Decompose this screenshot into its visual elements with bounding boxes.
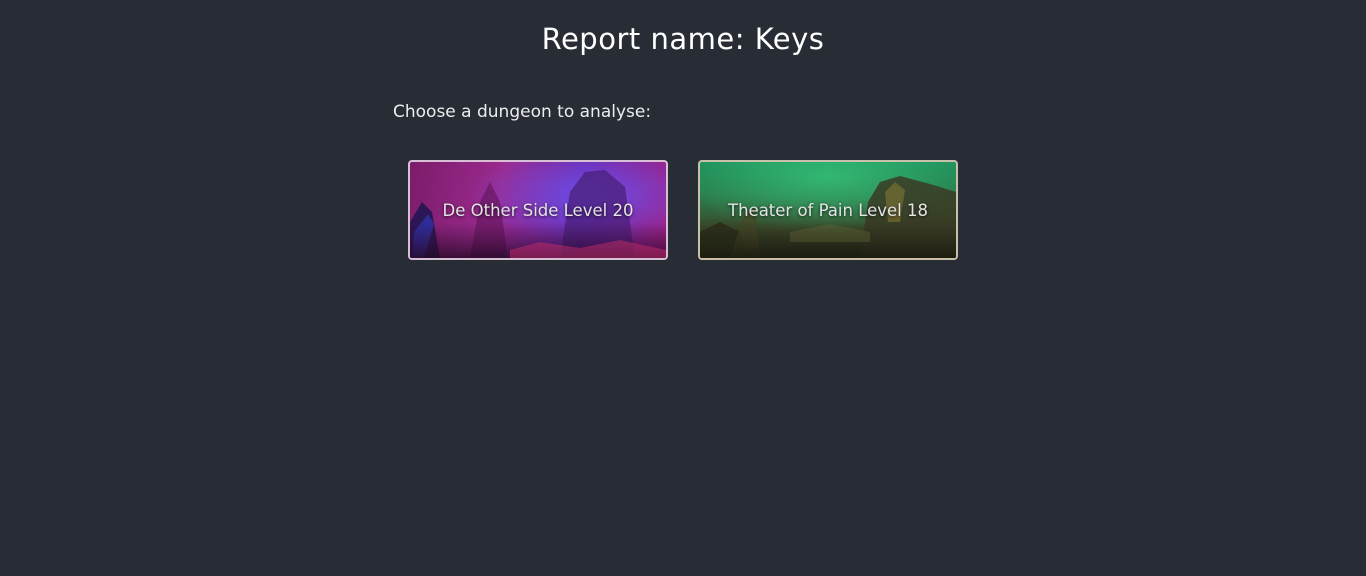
report-page: Report name: Keys Choose a dungeon to an… [0, 0, 1366, 576]
dungeon-label: Theater of Pain Level 18 [728, 200, 928, 220]
dungeon-prompt: Choose a dungeon to analyse: [393, 102, 652, 122]
dungeon-list: De Other Side Level 20 Theater of Pain L… [408, 160, 958, 260]
dungeon-card-theater-of-pain[interactable]: Theater of Pain Level 18 [698, 160, 958, 260]
page-title: Report name: Keys [541, 22, 825, 56]
dungeon-card-de-other-side[interactable]: De Other Side Level 20 [408, 160, 668, 260]
dungeon-label: De Other Side Level 20 [442, 200, 634, 220]
